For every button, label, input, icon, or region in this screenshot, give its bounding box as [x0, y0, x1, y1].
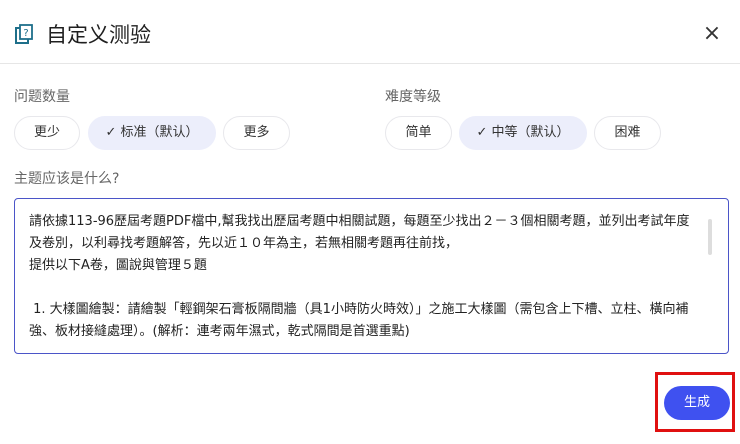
count-option-more[interactable]: 更多	[223, 116, 290, 150]
count-option-standard[interactable]: ✓ 标准（默认）	[88, 116, 216, 150]
difficulty-option-easy[interactable]: 简单	[385, 116, 452, 150]
quiz-book-icon: ?	[15, 24, 33, 44]
topic-textarea[interactable]: 請依據113-96歷屆考題PDF檔中,幫我找出歷屆考題中相關試題，每題至少找出２…	[14, 198, 729, 354]
difficulty-label: 难度等级	[385, 89, 441, 105]
question-count-label: 问题数量	[14, 89, 70, 105]
dialog-title: 自定义测验	[46, 23, 151, 47]
close-icon[interactable]: ×	[700, 22, 724, 46]
scrollbar[interactable]	[708, 219, 712, 255]
svg-text:?: ?	[23, 28, 28, 39]
topic-label: 主题应该是什么?	[14, 171, 120, 187]
topic-text: 請依據113-96歷屆考題PDF檔中,幫我找出歷屆考題中相關試題，每題至少找出２…	[29, 214, 690, 339]
count-option-fewer[interactable]: 更少	[14, 116, 80, 150]
difficulty-option-medium[interactable]: ✓ 中等（默认）	[459, 116, 587, 150]
dialog-header: ? 自定义测验 ×	[0, 0, 740, 64]
generate-button[interactable]: 生成	[664, 386, 730, 420]
difficulty-option-hard[interactable]: 困难	[594, 116, 661, 150]
